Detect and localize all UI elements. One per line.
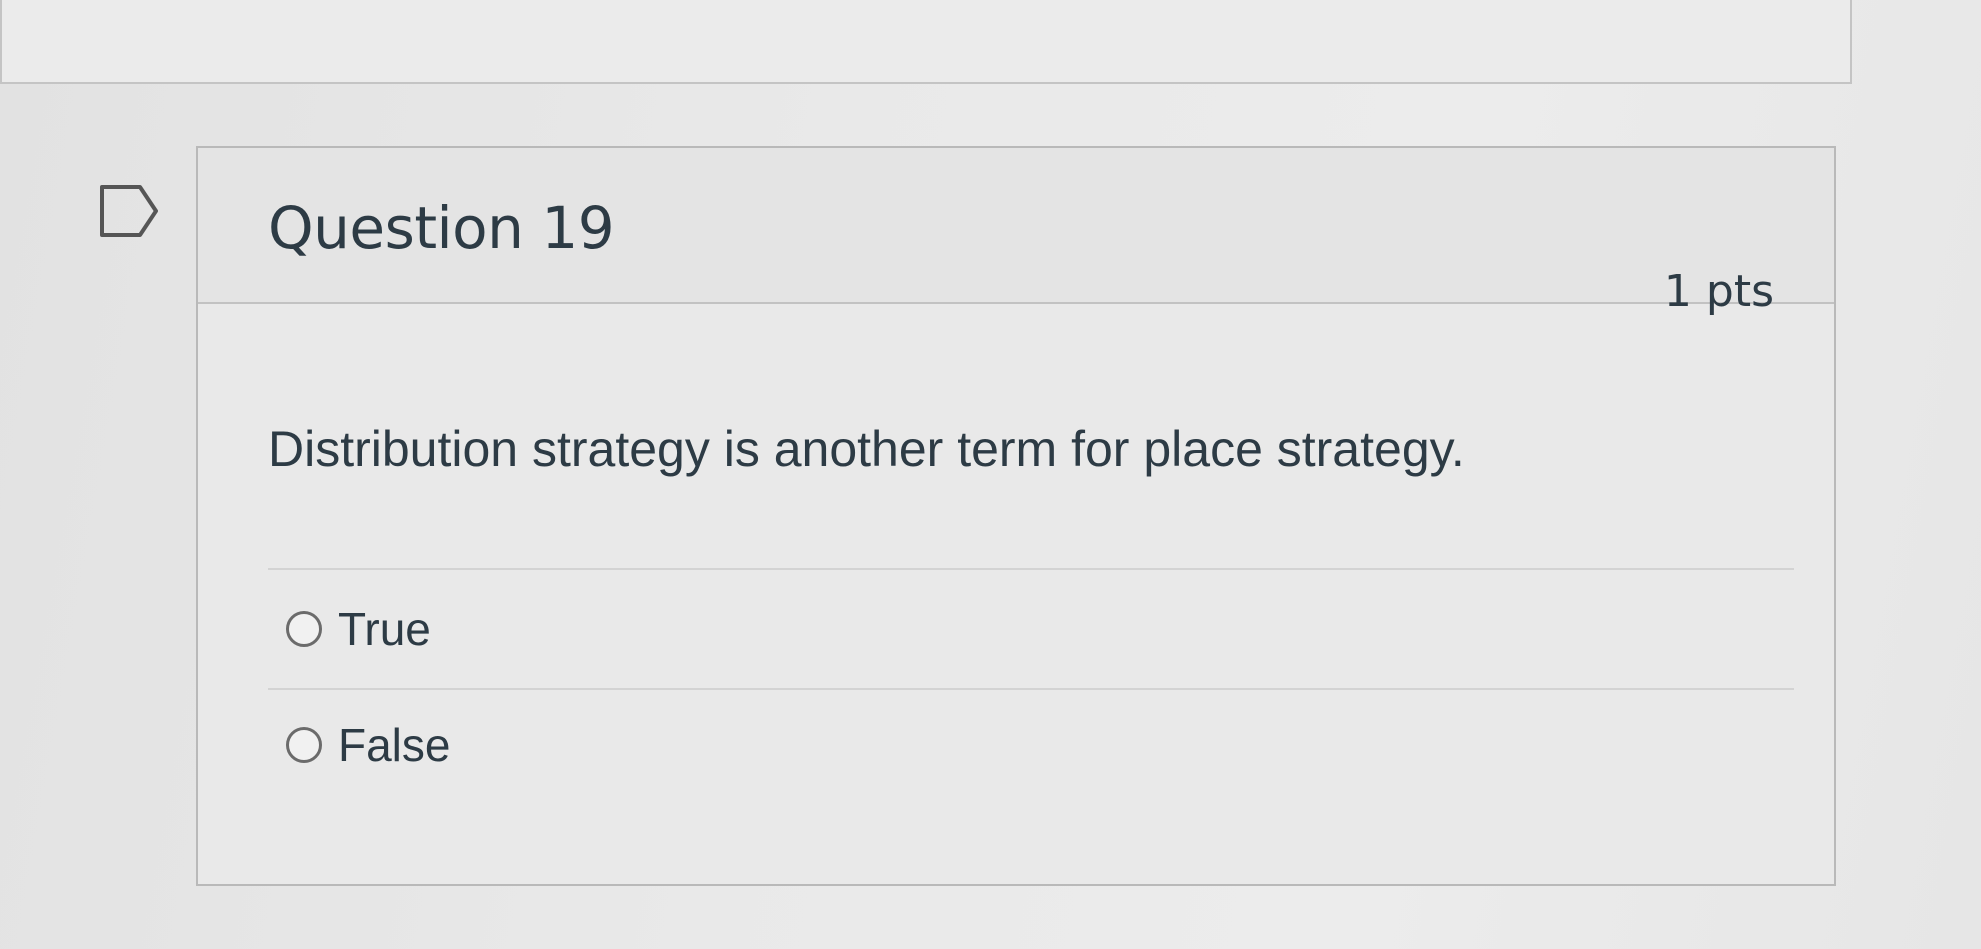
radio-unselected-icon[interactable]	[286, 727, 322, 763]
question-points: 1 pts	[1663, 266, 1774, 317]
flag-question-icon[interactable]	[98, 183, 160, 239]
answer-true[interactable]: True	[286, 602, 431, 656]
quiz-page: Question 19 1 pts Distribution strategy …	[0, 0, 1981, 949]
question-card: Question 19 1 pts Distribution strategy …	[196, 146, 1836, 886]
question-title: Question 19	[268, 194, 615, 262]
answer-label: True	[338, 603, 431, 655]
answer-label: False	[338, 719, 451, 771]
answers-divider	[268, 568, 1794, 570]
question-header: Question 19	[198, 148, 1834, 304]
answer-false[interactable]: False	[286, 718, 450, 772]
question-text: Distribution strategy is another term fo…	[268, 421, 1465, 477]
answers-divider	[268, 688, 1794, 690]
previous-question-card	[0, 0, 1852, 84]
radio-unselected-icon[interactable]	[286, 611, 322, 647]
